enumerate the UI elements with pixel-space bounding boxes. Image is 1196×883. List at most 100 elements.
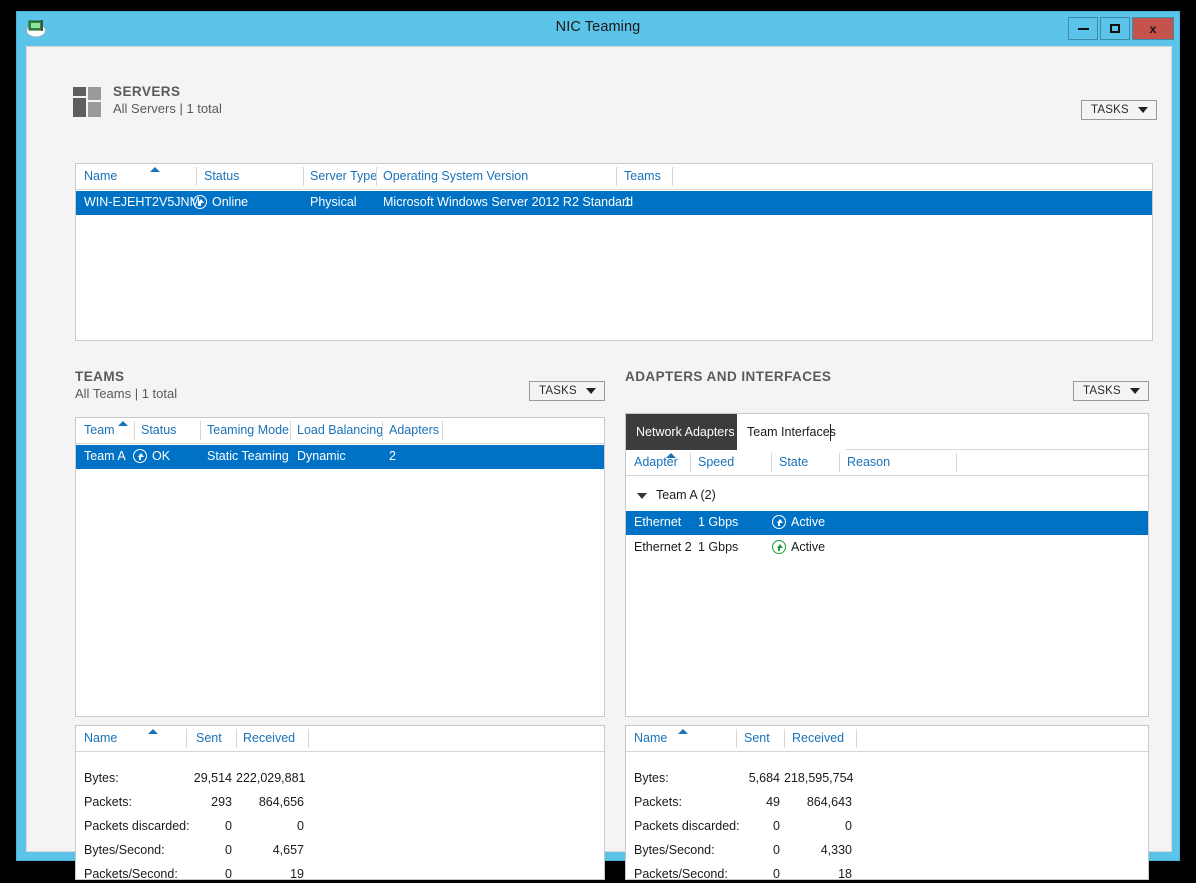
stat-row-sent: 0 bbox=[225, 867, 232, 881]
chevron-down-icon bbox=[1130, 388, 1140, 394]
stat-row-received: 0 bbox=[297, 819, 304, 833]
team-teaming-mode: Static Teaming bbox=[207, 449, 289, 463]
team-name: Team A bbox=[84, 449, 126, 463]
adapter-speed: 1 Gbps bbox=[698, 540, 739, 554]
adapter-name: Ethernet 2 bbox=[634, 540, 692, 554]
teams-header: TEAMS All Teams | 1 total TASKS bbox=[75, 369, 605, 409]
server-type: Physical bbox=[310, 195, 357, 209]
stat-row-label: Bytes: bbox=[84, 771, 119, 785]
adapters-col-reason[interactable]: Reason bbox=[847, 455, 890, 469]
server-status-icon bbox=[193, 195, 207, 209]
maximize-button[interactable] bbox=[1100, 17, 1130, 40]
adapter-row[interactable]: Ethernet 1 Gbps Active bbox=[626, 511, 1148, 535]
team-row[interactable]: Team A OK Static Teaming Dynamic 2 bbox=[76, 445, 604, 469]
teams-col-status[interactable]: Status bbox=[141, 423, 176, 437]
adapters-panel[interactable]: Network Adapters Team Interfaces Adapter… bbox=[625, 413, 1149, 717]
teams-col-team[interactable]: Team bbox=[84, 423, 115, 437]
nic-teaming-window: NIC Teaming x SERVERS All Servers | 1 to… bbox=[16, 11, 1180, 881]
teams-col-teaming-mode[interactable]: Teaming Mode bbox=[207, 423, 289, 437]
servers-col-server-type[interactable]: Server Type bbox=[310, 169, 377, 183]
adapters-stats-col-received[interactable]: Received bbox=[792, 731, 844, 745]
servers-grid-header: Name Status Server Type Operating System… bbox=[76, 164, 1152, 190]
server-row[interactable]: WIN-EJEHT2V5JNM Online Physical Microsof… bbox=[76, 191, 1152, 215]
title-bar: NIC Teaming x bbox=[17, 12, 1179, 46]
adapters-tasks-label: TASKS bbox=[1083, 385, 1121, 397]
server-status: Online bbox=[212, 195, 249, 209]
chevron-down-icon bbox=[1138, 107, 1148, 113]
text-caret-icon bbox=[830, 424, 831, 441]
teams-stats-col-received[interactable]: Received bbox=[243, 731, 295, 745]
stat-row-sent: 0 bbox=[773, 819, 780, 833]
teams-grid[interactable]: Team Status Teaming Mode Load Balancing … bbox=[75, 417, 605, 717]
stat-row-label: Bytes/Second: bbox=[84, 843, 165, 857]
servers-col-os-version[interactable]: Operating System Version bbox=[383, 169, 528, 183]
stat-row-sent: 29,514 bbox=[193, 771, 232, 785]
stat-row-label: Packets: bbox=[634, 795, 682, 809]
teams-col-load-balancing[interactable]: Load Balancing bbox=[297, 423, 383, 437]
servers-col-teams[interactable]: Teams bbox=[624, 169, 661, 183]
stat-row-sent: 5,684 bbox=[748, 771, 780, 785]
servers-subtitle: All Servers | 1 total bbox=[113, 101, 222, 116]
adapter-name: Ethernet bbox=[634, 515, 682, 529]
servers-header: SERVERS All Servers | 1 total TASKS bbox=[67, 83, 1157, 125]
sort-ascending-icon bbox=[666, 453, 676, 458]
stat-row-received: 19 bbox=[290, 867, 304, 881]
servers-col-status[interactable]: Status bbox=[204, 169, 239, 183]
stat-row-label: Bytes/Second: bbox=[634, 843, 715, 857]
minimize-button[interactable] bbox=[1068, 17, 1098, 40]
teams-statistics-grid[interactable]: Name Sent Received Bytes: 29,514 222,029… bbox=[75, 725, 605, 881]
chevron-down-icon bbox=[586, 388, 596, 394]
servers-title: SERVERS bbox=[113, 84, 181, 99]
stat-row-received: 864,643 bbox=[806, 795, 852, 809]
adapters-tabstrip: Network Adapters Team Interfaces bbox=[626, 414, 1148, 450]
adapters-stats-col-sent[interactable]: Sent bbox=[744, 731, 770, 745]
adapter-group-label: Team A (2) bbox=[656, 488, 716, 502]
adapters-statistics-grid[interactable]: Name Sent Received Bytes: 5,684 218,595,… bbox=[625, 725, 1149, 881]
stat-row-label: Bytes: bbox=[634, 771, 669, 785]
server-icon bbox=[73, 87, 101, 117]
sort-ascending-icon bbox=[678, 729, 688, 734]
team-adapters-count: 2 bbox=[389, 449, 396, 463]
stat-row-sent: 0 bbox=[773, 843, 780, 857]
stat-row-received: 218,595,754 bbox=[784, 771, 854, 785]
adapters-col-state[interactable]: State bbox=[779, 455, 808, 469]
servers-grid[interactable]: Name Status Server Type Operating System… bbox=[75, 163, 1153, 341]
server-os-version: Microsoft Windows Server 2012 R2 Standar… bbox=[383, 195, 634, 209]
sort-ascending-icon bbox=[148, 729, 158, 734]
adapter-speed: 1 Gbps bbox=[698, 515, 739, 529]
servers-tasks-label: TASKS bbox=[1091, 104, 1129, 116]
adapter-state-icon bbox=[772, 540, 786, 554]
server-name: WIN-EJEHT2V5JNM bbox=[84, 195, 200, 209]
teams-title: TEAMS bbox=[75, 369, 125, 384]
close-button[interactable]: x bbox=[1132, 17, 1174, 40]
triangle-down-icon[interactable] bbox=[637, 493, 647, 499]
teams-grid-header: Team Status Teaming Mode Load Balancing … bbox=[76, 418, 604, 444]
stat-row-sent: 0 bbox=[225, 843, 232, 857]
servers-tasks-button[interactable]: TASKS bbox=[1081, 100, 1157, 120]
tab-network-adapters[interactable]: Network Adapters bbox=[626, 414, 745, 450]
adapter-group-row[interactable]: Team A (2) bbox=[637, 488, 716, 502]
teams-stats-col-name[interactable]: Name bbox=[84, 731, 117, 745]
teams-col-adapters[interactable]: Adapters bbox=[389, 423, 439, 437]
teams-tasks-button[interactable]: TASKS bbox=[529, 381, 605, 401]
stat-row-received: 864,656 bbox=[258, 795, 304, 809]
sort-ascending-icon bbox=[118, 421, 128, 426]
adapters-col-speed[interactable]: Speed bbox=[698, 455, 734, 469]
sort-ascending-icon bbox=[150, 167, 160, 172]
stat-row-sent: 49 bbox=[766, 795, 780, 809]
maximize-icon bbox=[1110, 24, 1120, 33]
servers-col-name[interactable]: Name bbox=[84, 169, 117, 183]
teams-stats-col-sent[interactable]: Sent bbox=[196, 731, 222, 745]
adapters-stats-col-name[interactable]: Name bbox=[634, 731, 667, 745]
team-status: OK bbox=[152, 449, 171, 463]
stat-row-received: 4,330 bbox=[820, 843, 852, 857]
teams-subtitle: All Teams | 1 total bbox=[75, 386, 178, 401]
adapter-state: Active bbox=[791, 515, 826, 529]
adapter-row[interactable]: Ethernet 2 1 Gbps Active bbox=[626, 536, 1148, 560]
stat-row-received: 222,029,881 bbox=[236, 771, 306, 785]
adapters-tasks-button[interactable]: TASKS bbox=[1073, 381, 1149, 401]
adapter-state: Active bbox=[791, 540, 826, 554]
teams-stats-header: Name Sent Received bbox=[76, 726, 604, 752]
adapters-title: ADAPTERS AND INTERFACES bbox=[625, 369, 832, 384]
team-status-icon bbox=[133, 449, 147, 463]
